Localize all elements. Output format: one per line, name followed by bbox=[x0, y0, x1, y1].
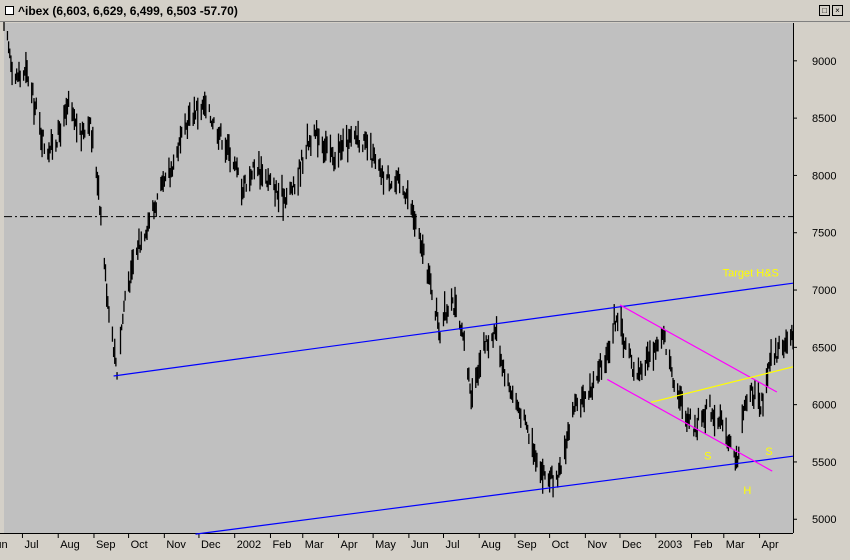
plot-background bbox=[4, 23, 793, 533]
x-tick-label: Dec bbox=[622, 539, 642, 551]
x-tick-label: Dec bbox=[201, 539, 221, 551]
x-tick-label: Feb bbox=[693, 539, 712, 551]
y-tick-label: 9000 bbox=[812, 56, 836, 68]
x-tick-label: Jul bbox=[24, 539, 38, 551]
x-tick-label: Sep bbox=[96, 539, 116, 551]
x-tick-label: Oct bbox=[552, 539, 569, 551]
y-tick-label: 6500 bbox=[812, 342, 836, 354]
y-tick-label: 8500 bbox=[812, 113, 836, 125]
annotation-label: S bbox=[765, 446, 772, 458]
window-title: ^ibex (6,603, 6,629, 6,499, 6,503 -57.70… bbox=[18, 4, 238, 18]
y-tick-label: 5000 bbox=[812, 514, 836, 526]
chart-area: 9000 8500 8000 7500 7000 6500 6000 5500 5000 Jun J… bbox=[0, 12, 850, 555]
y-tick-label: 7500 bbox=[812, 228, 836, 240]
annotation-label: S bbox=[704, 451, 711, 463]
x-tick-label: Apr bbox=[762, 539, 779, 551]
x-tick-label: Oct bbox=[131, 539, 148, 551]
x-tick-label: Nov bbox=[587, 539, 607, 551]
y-tick-label: 5500 bbox=[812, 457, 836, 469]
x-tick-label: Sep bbox=[517, 539, 537, 551]
window-menu-icon[interactable] bbox=[5, 6, 14, 15]
x-tick-label: Aug bbox=[481, 539, 501, 551]
x-tick-label: Jul bbox=[445, 539, 459, 551]
x-tick-label: Mar bbox=[726, 539, 745, 551]
x-tick-label: Aug bbox=[60, 539, 80, 551]
annotation-label: H bbox=[743, 485, 751, 497]
x-tick-label: Feb bbox=[272, 539, 291, 551]
x-tick-label: May bbox=[375, 539, 396, 551]
y-tick-label: 7000 bbox=[812, 285, 836, 297]
close-button[interactable]: × bbox=[832, 5, 843, 16]
x-tick-label: Jun bbox=[0, 539, 8, 551]
x-tick-label: Mar bbox=[305, 539, 324, 551]
x-tick-label: Jun bbox=[411, 539, 429, 551]
x-tick-label: 2002 bbox=[237, 539, 261, 551]
price-chart: 9000 8500 8000 7500 7000 6500 6000 5500 5000 Jun J… bbox=[0, 12, 850, 552]
x-tick-label: Apr bbox=[341, 539, 358, 551]
y-tick-label: 8000 bbox=[812, 170, 836, 182]
restore-button[interactable]: □ bbox=[819, 5, 830, 16]
y-tick-label: 6000 bbox=[812, 400, 836, 412]
x-tick-label: 2003 bbox=[658, 539, 682, 551]
annotation-label: Target H&S bbox=[723, 267, 779, 279]
window-titlebar[interactable]: ^ibex (6,603, 6,629, 6,499, 6,503 -57.70… bbox=[0, 0, 850, 22]
x-tick-label: Nov bbox=[166, 539, 186, 551]
